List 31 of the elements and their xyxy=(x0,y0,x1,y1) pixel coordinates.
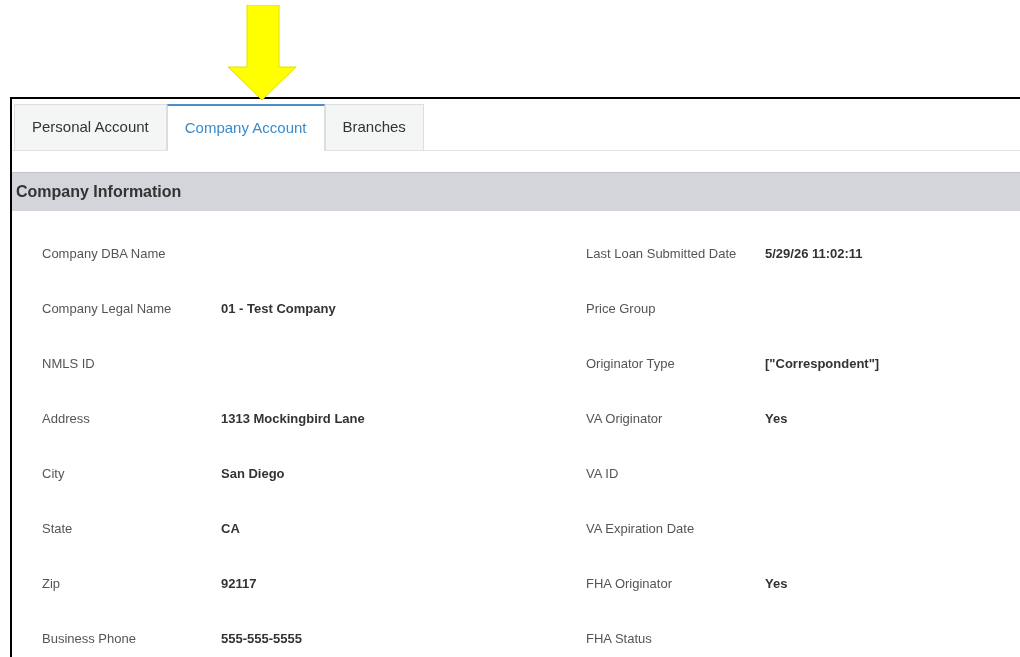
field-label: Business Phone xyxy=(42,629,137,648)
field-value: Yes xyxy=(765,409,788,428)
field-label: VA Expiration Date xyxy=(586,519,696,538)
tab[interactable]: Company Account xyxy=(166,104,325,151)
arrow-icon xyxy=(226,5,298,101)
field-value: 1313 Mockingbird Lane xyxy=(221,409,365,428)
field-value: 92117 xyxy=(221,574,257,593)
field-label: Last Loan Submitted Date xyxy=(586,244,738,263)
field-label: State xyxy=(42,519,74,538)
field-label: Zip xyxy=(42,574,62,593)
field-value: 555-555-5555 xyxy=(221,629,302,648)
field-label: Address xyxy=(42,409,91,428)
field-label: Originator Type xyxy=(586,354,676,373)
field-label: Company DBA Name xyxy=(42,244,167,263)
field-label: Price Group xyxy=(586,299,657,318)
field-label: NMLS ID xyxy=(42,354,96,373)
tab[interactable]: Branches xyxy=(324,104,424,150)
field-label: Company Legal Name xyxy=(42,299,173,318)
tab[interactable]: Personal Account xyxy=(14,104,167,150)
field-value: 01 - Test Company xyxy=(221,299,336,318)
field-value: San Diego xyxy=(221,464,285,483)
field-label: FHA Originator xyxy=(586,574,673,593)
field-label: FHA Status xyxy=(586,629,653,648)
field-value: ["Correspondent"] xyxy=(765,354,880,373)
field-label: City xyxy=(42,464,66,483)
field-value: Yes xyxy=(765,574,788,593)
section-title: Company Information xyxy=(16,182,182,202)
field-value: CA xyxy=(221,519,240,538)
field-label: VA ID xyxy=(586,464,620,483)
field-value: 5/29/26 11:02:11 xyxy=(765,244,863,263)
field-label: VA Originator xyxy=(586,409,664,428)
